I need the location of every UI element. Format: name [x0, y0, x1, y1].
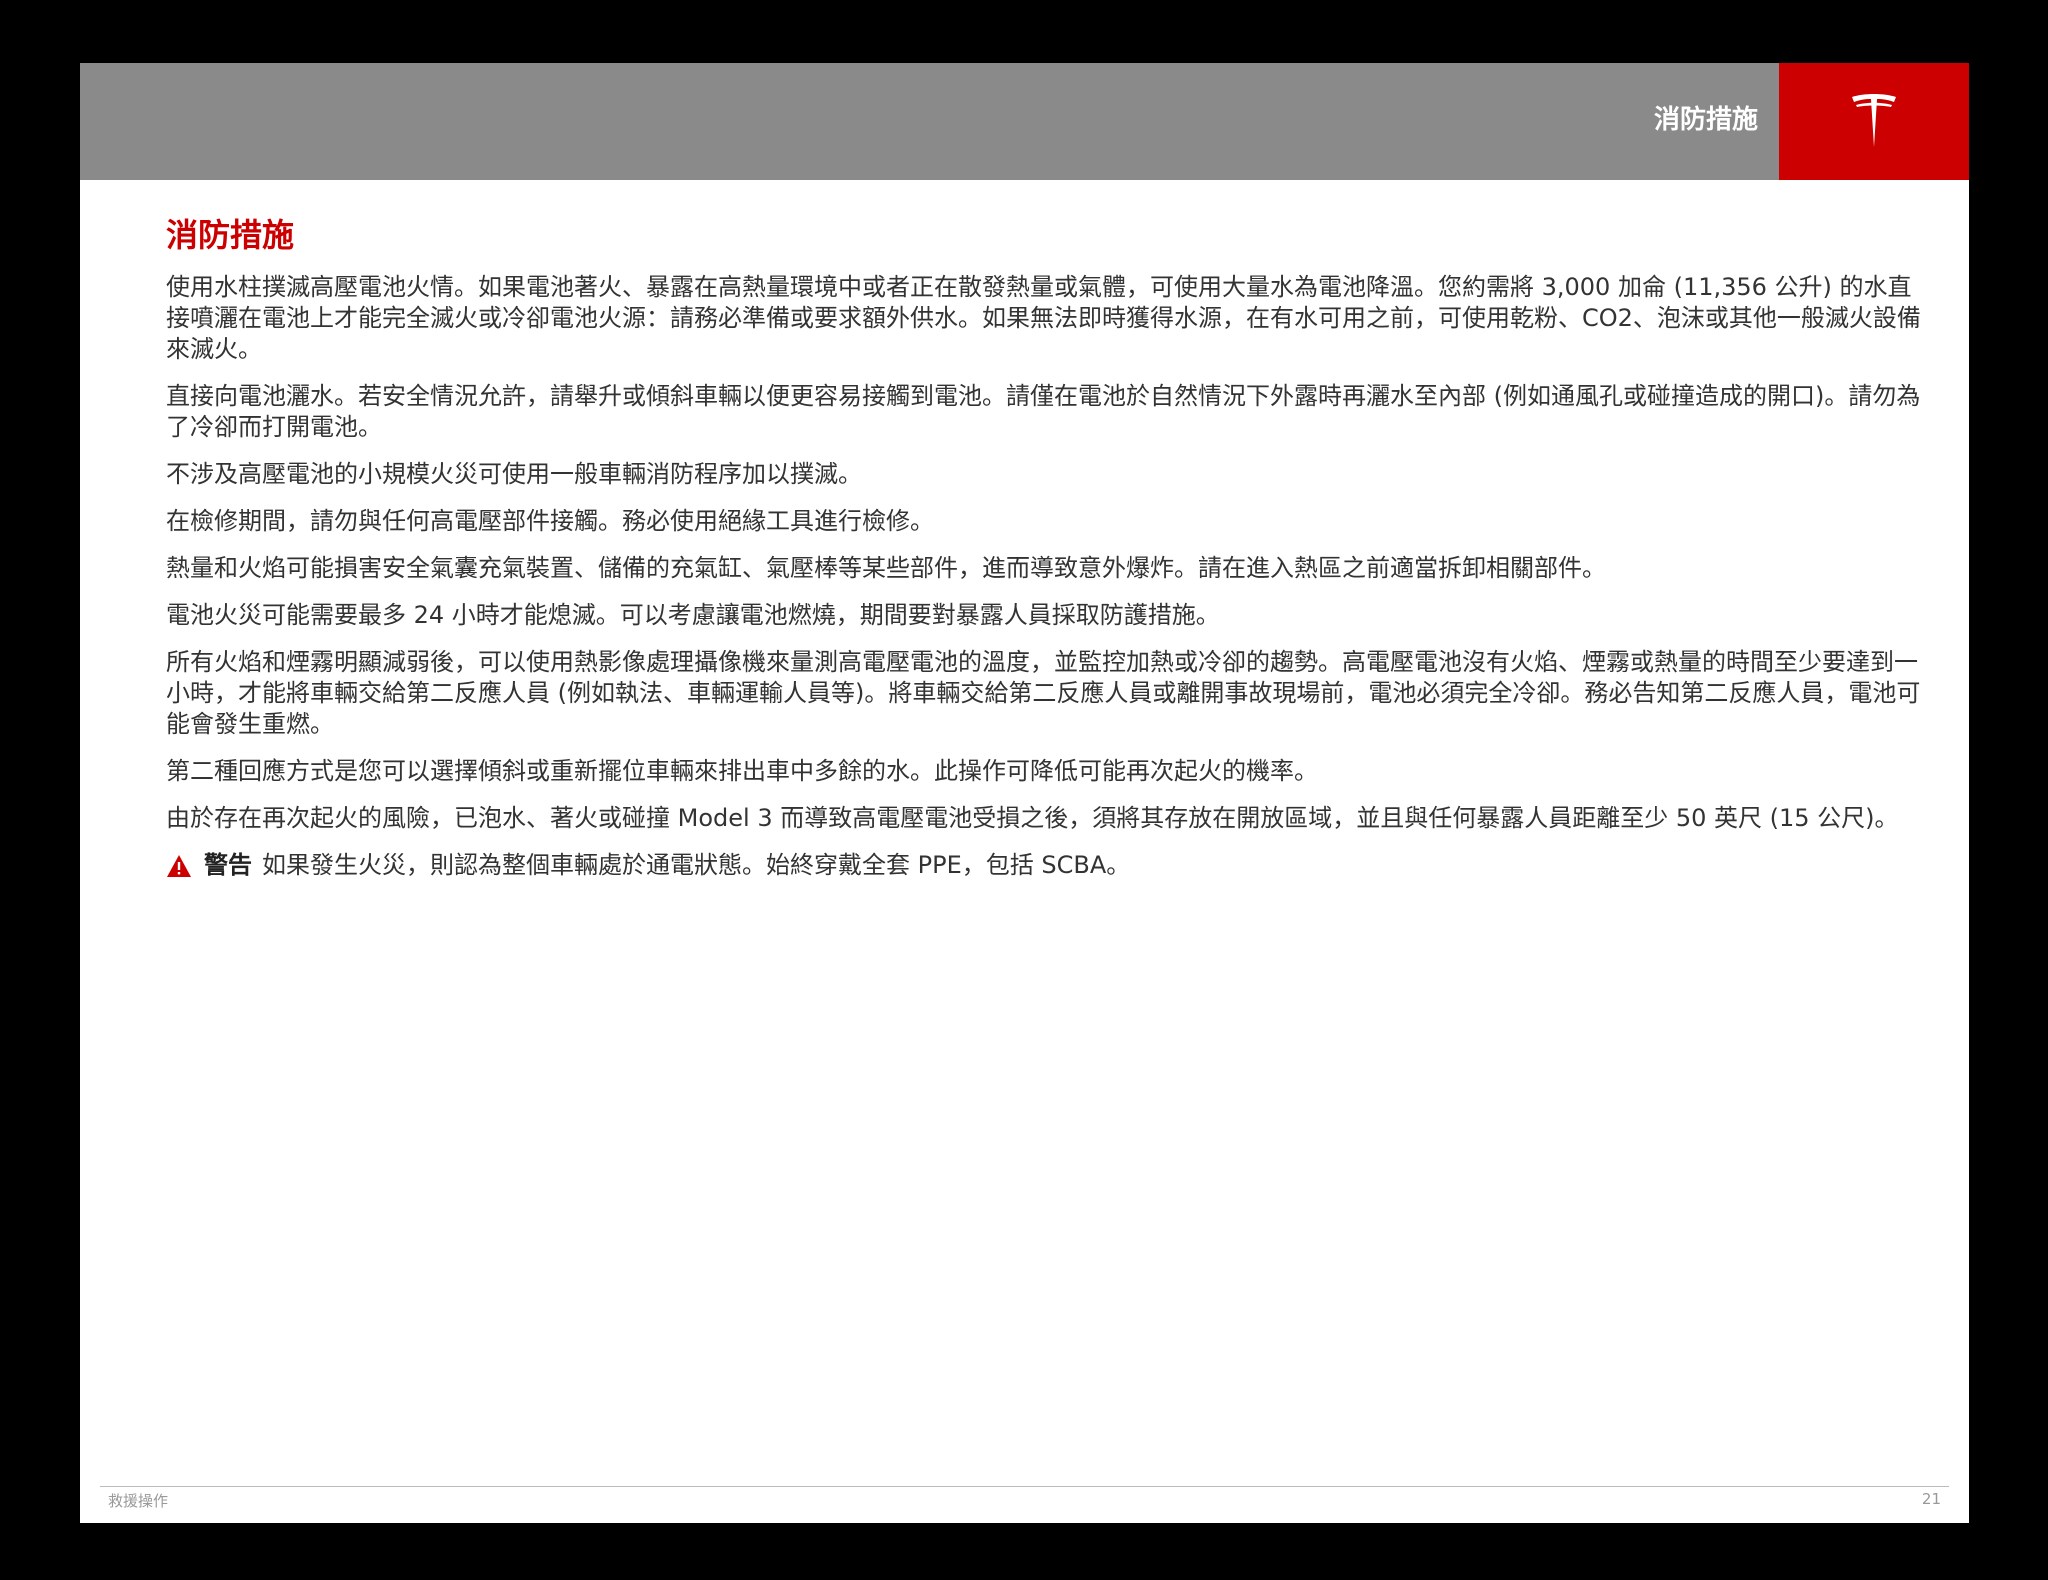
paragraph-drain-water: 第二種回應方式是您可以選擇傾斜或重新擺位車輛來排出車中多餘的水。此操作可降低可能… — [166, 757, 1318, 785]
paragraph-overhaul: 在檢修期間，請勿與任何高電壓部件接觸。務必使用絕緣工具進行檢修。 — [166, 507, 934, 535]
page-number: 21 — [1921, 1490, 1941, 1508]
warning-callout: 警告 如果發生火災，則認為整個車輛處於通電狀態。始終穿戴全套 PPE，包括 SC… — [166, 850, 1926, 881]
warning-triangle-icon — [167, 854, 191, 877]
footer-section-name: 救援操作 — [108, 1492, 169, 1510]
header-title: 消防措施 — [1653, 105, 1758, 135]
document-page: 消防措施 消防措施 使用水柱撲滅高壓電池火情。如果電池著火、暴露在高熱量環境中或… — [80, 63, 1969, 1523]
paragraph-water-suppression: 使用水柱撲滅高壓電池火情。如果電池著火、暴露在高熱量環境中或者正在散發熱量或氣體… — [166, 273, 1921, 363]
paragraph-thermal-imaging: 所有火焰和煙霧明顯減弱後，可以使用熱影像處理攝像機來量測高電壓電池的溫度，並監控… — [166, 648, 1921, 738]
paragraph-storage: 由於存在再次起火的風險，已泡水、著火或碰撞 Model 3 而導致高電壓電池受損… — [166, 804, 1899, 832]
logo-box — [1779, 63, 1969, 180]
footer-divider — [100, 1486, 1949, 1487]
warning-text: 如果發生火災，則認為整個車輛處於通電狀態。始終穿戴全套 PPE，包括 SCBA。 — [262, 851, 1131, 879]
warning-label: 警告 — [204, 851, 252, 879]
paragraph-small-fires: 不涉及高壓電池的小規模火災可使用一般車輛消防程序加以撲滅。 — [166, 460, 862, 488]
main-content: 消防措施 使用水柱撲滅高壓電池火情。如果電池著火、暴露在高熱量環境中或者正在散發… — [166, 215, 1926, 881]
paragraph-heat-damage: 熱量和火焰可能損害安全氣囊充氣裝置、儲備的充氣缸、氣壓棒等某些部件，進而導致意外… — [166, 554, 1606, 582]
page-header: 消防措施 — [80, 63, 1969, 180]
paragraph-extinguish-time: 電池火災可能需要最多 24 小時才能熄滅。可以考慮讓電池燃燒，期間要對暴露人員採… — [166, 601, 1220, 629]
section-title: 消防措施 — [166, 216, 295, 254]
tesla-logo-icon — [1852, 94, 1896, 147]
paragraph-apply-water: 直接向電池灑水。若安全情況允許，請舉升或傾斜車輛以便更容易接觸到電池。請僅在電池… — [166, 382, 1921, 441]
